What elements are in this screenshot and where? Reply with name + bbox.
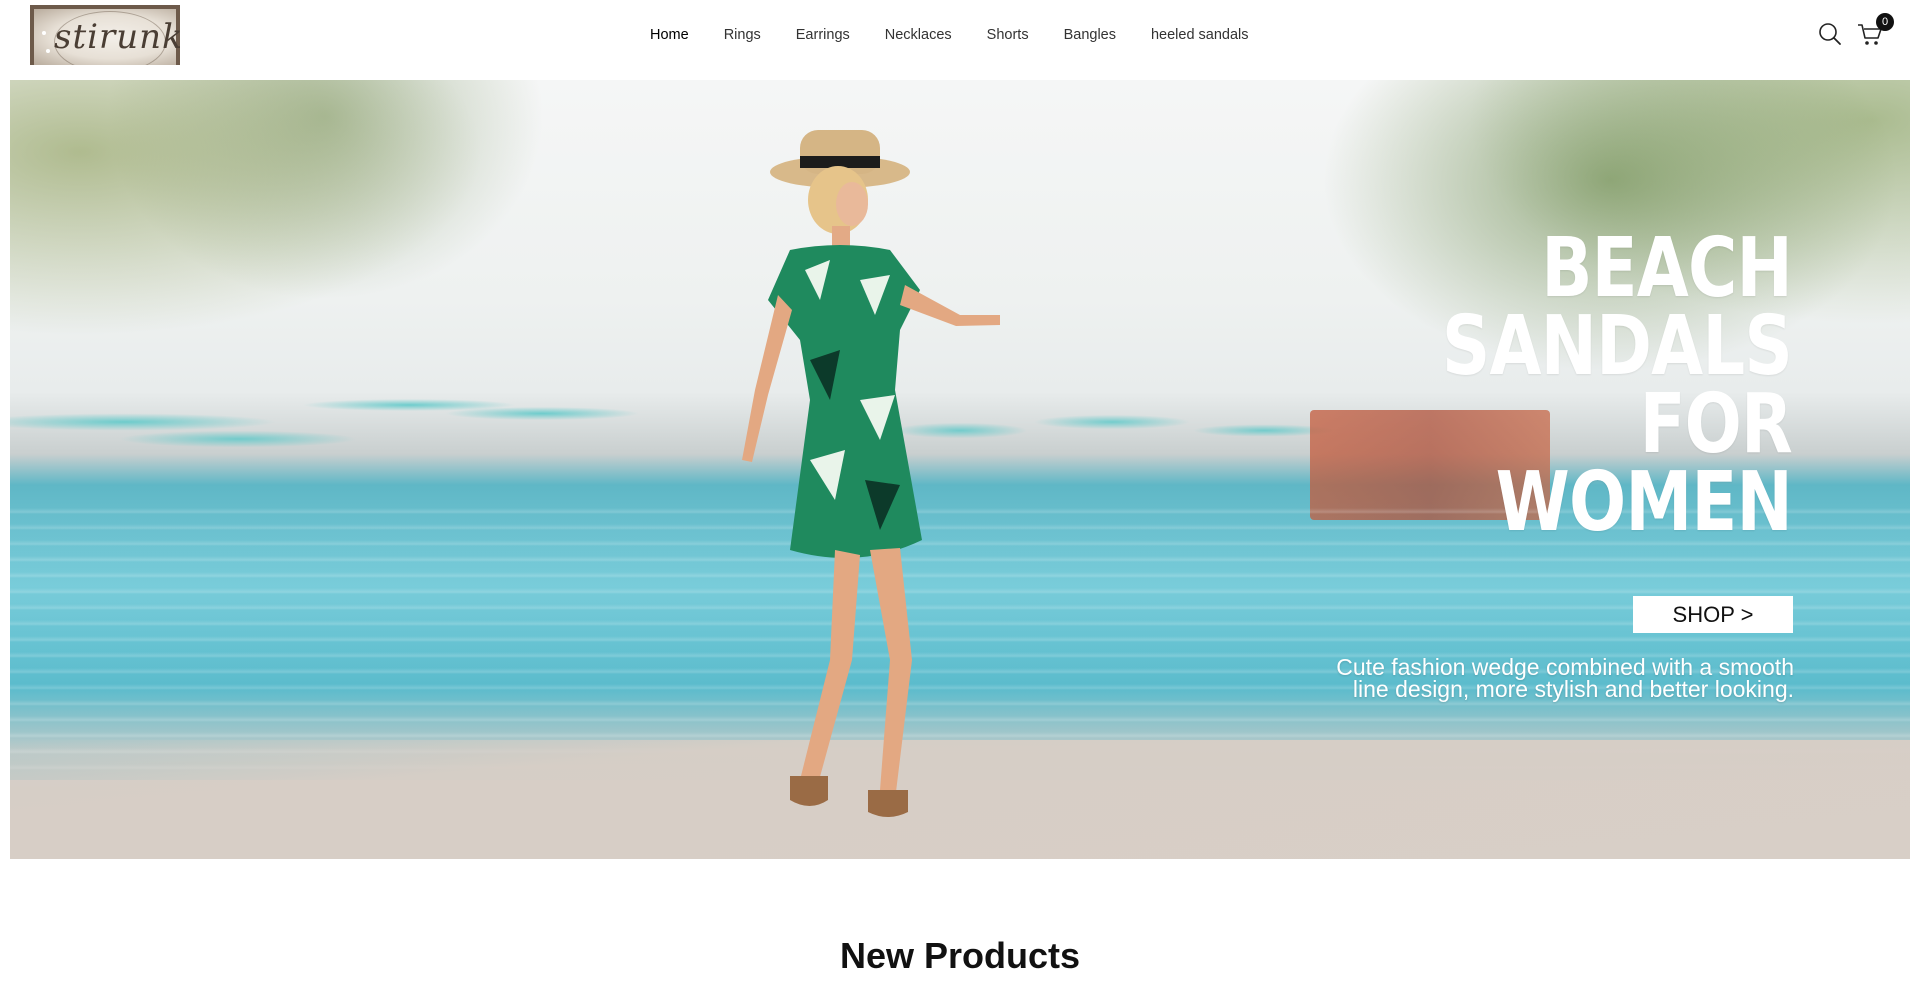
nav-heeled-sandals[interactable]: heeled sandals xyxy=(1151,24,1249,46)
new-products-title: New Products xyxy=(839,935,1081,976)
shop-button[interactable]: SHOP > xyxy=(1633,596,1793,633)
search-icon[interactable] xyxy=(1816,20,1844,48)
hero-subtitle: Cute fashion wedge combined with a smoot… xyxy=(1336,654,1794,702)
subtitle-line: line design, more stylish and better loo… xyxy=(1352,676,1794,702)
cart-count-badge: 0 xyxy=(1876,13,1894,31)
nav-rings[interactable]: Rings xyxy=(724,24,761,46)
logo-dot xyxy=(42,31,46,35)
nav-bangles[interactable]: Bangles xyxy=(1064,24,1116,46)
cart-icon[interactable]: 0 xyxy=(1856,13,1894,48)
logo-dot xyxy=(46,49,50,53)
logo-background: stirunk xyxy=(34,9,180,65)
brand-logo[interactable]: stirunk xyxy=(30,5,180,65)
headline-line: WOMEN xyxy=(1495,455,1793,550)
hero-headline: BEACH SANDALS FOR WOMEN xyxy=(1441,221,1793,550)
headline-line: SANDALS xyxy=(1441,299,1793,394)
nav-shorts[interactable]: Shorts xyxy=(987,24,1029,46)
main-nav: Home Rings Earrings Necklaces Shorts Ban… xyxy=(650,24,1284,46)
site-header: stirunk Home Rings Earrings Necklaces Sh… xyxy=(0,0,1920,80)
headline-line: FOR xyxy=(1639,377,1793,472)
nav-earrings[interactable]: Earrings xyxy=(796,24,850,46)
headline-line: BEACH xyxy=(1541,221,1793,316)
model-figure xyxy=(742,130,1000,817)
subtitle-line: Cute fashion wedge combined with a smoot… xyxy=(1336,654,1794,680)
nav-necklaces[interactable]: Necklaces xyxy=(885,24,952,46)
logo-text: stirunk xyxy=(54,17,180,57)
search-icon-svg xyxy=(1819,23,1841,45)
nav-home[interactable]: Home xyxy=(650,24,689,46)
hero-banner[interactable]: BEACH SANDALS FOR WOMEN SHOP > Cute fash… xyxy=(10,80,1910,859)
